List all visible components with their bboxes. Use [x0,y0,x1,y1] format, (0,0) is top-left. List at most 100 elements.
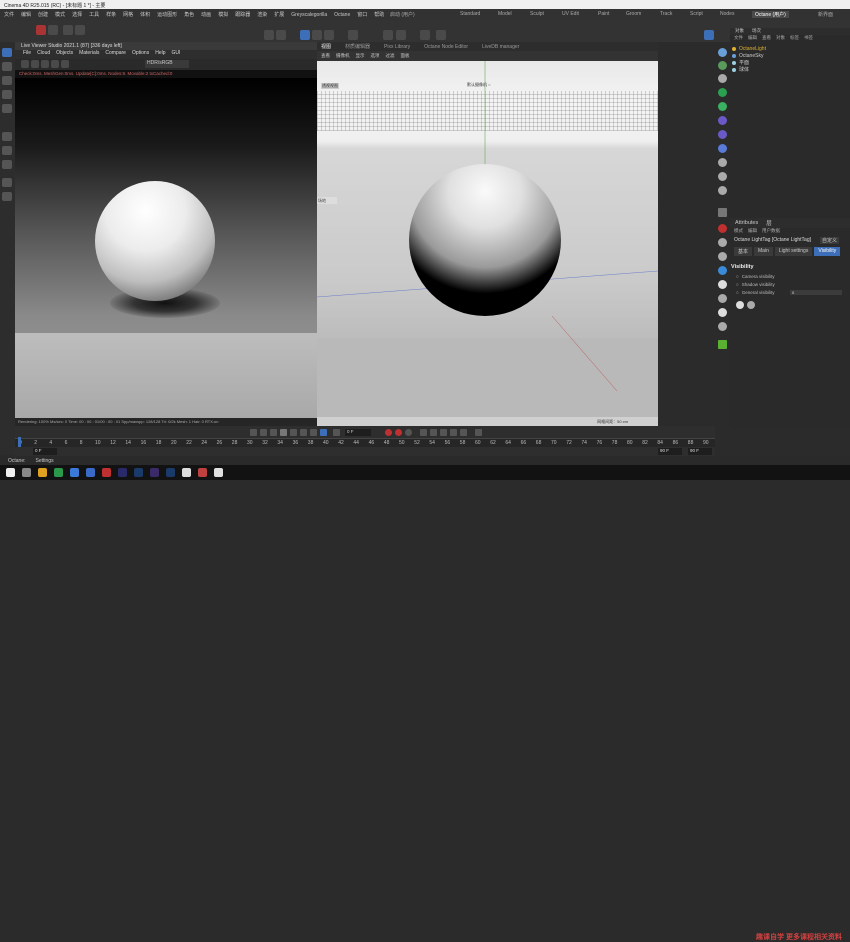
texture-icon[interactable] [718,252,727,261]
menu-item[interactable]: 扩展 [274,11,284,18]
menu-item[interactable]: 模拟 [218,11,228,18]
rotate-tool-icon[interactable] [2,76,12,85]
workspace-tab[interactable]: Standard [460,11,480,17]
menu-item[interactable]: 工具 [89,11,99,18]
live-viewer-menu-item[interactable]: Objects [56,50,73,59]
gear-icon[interactable] [736,301,744,309]
field-icon[interactable] [718,130,727,139]
workspace-tab[interactable]: 启动 (用户) [390,11,415,18]
menu-item[interactable]: 动画 [201,11,211,18]
grid-toggle-icon[interactable] [718,208,727,217]
menu-item[interactable]: 渲染 [257,11,267,18]
menu-item[interactable]: 编辑 [21,11,31,18]
text-icon[interactable] [718,74,727,83]
viewport-tab[interactable]: 材质编辑器 [345,43,370,50]
menu-item[interactable]: 体积 [140,11,150,18]
subdivision-button[interactable] [324,30,334,40]
object-manager-tab[interactable]: 场次 [752,28,761,35]
timeline-window-button[interactable] [475,429,482,436]
attributes-tab[interactable]: Attributes [735,220,758,226]
preset-dropdown[interactable]: 自定义 [820,237,840,244]
object-manager-menu-item[interactable]: 编辑 [748,35,757,43]
rotate-key-button[interactable] [430,429,437,436]
object-list-item[interactable]: OctaneSky [732,52,763,59]
workspace-tab[interactable]: Script [690,11,703,17]
viewport-menu-item[interactable]: 摄像机 [336,53,350,59]
brush-tool-icon[interactable] [2,146,12,155]
scale-tool-icon[interactable] [2,90,12,99]
grid-snap-button[interactable] [383,30,393,40]
menu-item[interactable]: Octane [334,12,350,18]
menu-item[interactable]: 创建 [38,11,48,18]
checkbox-icon[interactable]: ○ [736,282,739,287]
deformer-icon[interactable] [718,116,727,125]
pen-button[interactable] [312,30,322,40]
after-effects-icon[interactable] [150,468,159,477]
viewport-menu-item[interactable]: 面板 [401,53,410,59]
sound-button[interactable] [333,429,340,436]
attribute-row[interactable]: ○ Shadow visibility [736,282,775,287]
checkbox-icon[interactable]: ○ [736,290,739,295]
magnet-tool-icon[interactable] [2,192,12,201]
object-manager-tab[interactable]: 对象 [735,28,744,35]
select-tool-icon[interactable] [2,48,12,57]
viewport-menu-item[interactable]: 过滤 [386,53,395,59]
app-media-icon[interactable] [198,468,207,477]
checkbox-icon[interactable]: ○ [736,274,739,279]
end-frame-field[interactable]: 90 F [658,448,682,455]
menu-item[interactable]: 窗口 [357,11,367,18]
workspace-tab[interactable]: Track [660,11,672,17]
viewport-menu-item[interactable]: 显示 [356,53,365,59]
redo-button[interactable] [48,25,58,35]
small-gear-icon[interactable] [747,301,755,309]
timeline-ruler[interactable]: 0246810121416182022242628303234363840424… [15,438,715,447]
live-viewer-menu-item[interactable]: Compare [105,50,126,59]
object-manager-menu-item[interactable]: 标签 [790,35,799,43]
sky-icon[interactable] [718,48,727,57]
point-key-button[interactable] [460,429,467,436]
pen-tool-icon[interactable] [2,178,12,187]
browser-icon[interactable] [70,468,79,477]
scale-tool-button[interactable] [75,25,85,35]
attribute-subtab[interactable]: Light settings [774,247,813,256]
viewport-sphere[interactable] [409,164,561,316]
viewport-tab[interactable]: LiveDB manager [482,44,519,50]
undo-button[interactable] [36,25,46,35]
menu-item[interactable]: 选择 [72,11,82,18]
record-key-button[interactable] [385,429,392,436]
primitive-icon[interactable] [718,61,727,70]
attributes-menu-item[interactable]: 编辑 [748,228,757,236]
prev-frame-button[interactable] [270,429,277,436]
camera-button[interactable] [420,30,430,40]
workspace-tab[interactable]: Sculpt [530,11,544,17]
object-manager-menu-item[interactable]: 查看 [762,35,771,43]
current-frame-field[interactable]: 0 F [345,429,371,436]
keyframe-selection-button[interactable] [405,429,412,436]
record-icon[interactable] [718,224,727,233]
octane-render-button[interactable] [704,30,714,40]
menu-item[interactable]: Greyscalegorilla [291,12,327,18]
menu-item[interactable]: 网格 [123,11,133,18]
plugin-icon[interactable] [718,340,727,349]
auto-key-button[interactable] [395,429,402,436]
light-icon[interactable] [718,280,727,289]
general-visibility-field[interactable]: 0 [790,290,842,295]
menu-item[interactable]: 样条 [106,11,116,18]
menu-item[interactable]: 模式 [55,11,65,18]
object-list-item[interactable]: OctaneLight [732,45,766,52]
restart-render-icon[interactable] [31,60,39,68]
search-icon[interactable] [22,468,31,477]
render-region-button[interactable] [264,30,274,40]
cube-button[interactable] [300,30,310,40]
attribute-row[interactable]: ○ General visibility [736,290,774,295]
tag-icon[interactable] [718,294,727,303]
go-end-button[interactable] [310,429,317,436]
settings-icon[interactable] [61,60,69,68]
generator-icon[interactable] [718,88,727,97]
menu-item[interactable]: 角色 [184,11,194,18]
workspace-tab[interactable]: Octane (用户) [752,11,789,18]
menu-item[interactable]: 运动图形 [157,11,177,18]
environment-icon[interactable] [718,186,727,195]
object-manager-menu-item[interactable]: 文件 [734,35,743,43]
photoshop-icon[interactable] [134,468,143,477]
